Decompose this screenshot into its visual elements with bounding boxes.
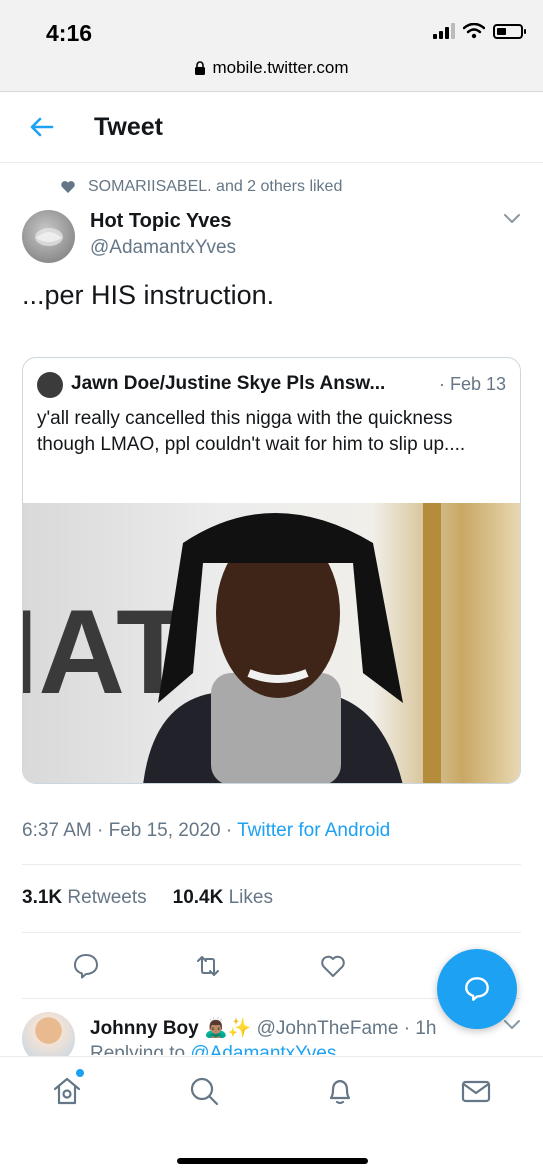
retweets-count: 3.1K	[22, 887, 63, 908]
photo-image: IAT	[23, 503, 441, 783]
author-handle[interactable]: @AdamantxYves	[90, 237, 236, 259]
reply-author-emoji: 🙇🏽‍♂️✨	[204, 1018, 252, 1039]
photo-sign-text: IAT	[23, 585, 189, 719]
replying-to: Replying to @AdamantxYves	[90, 1043, 336, 1055]
social-context-text: SOMARIISABEL. and 2 others liked	[88, 178, 343, 195]
page-header: Tweet	[0, 93, 543, 163]
heart-icon	[61, 181, 75, 193]
reply-author-name: Johnny Boy	[90, 1018, 199, 1039]
compose-reply-button[interactable]	[437, 949, 517, 1029]
divider	[22, 932, 521, 933]
reply-author-handle: @JohnTheFame	[256, 1018, 399, 1039]
author-avatar[interactable]	[22, 210, 75, 263]
search-icon[interactable]	[188, 1075, 220, 1107]
back-arrow-icon[interactable]	[28, 113, 56, 141]
bell-icon[interactable]	[324, 1075, 356, 1107]
status-bar: 4:16 mobile.twitter.com	[0, 0, 543, 92]
avatar-image	[35, 228, 63, 246]
quoted-date: · Feb 13	[438, 374, 506, 394]
status-clock: 4:16	[46, 20, 93, 46]
tweet-source-link[interactable]: Twitter for Android	[237, 820, 390, 841]
tweet-text: ...per HIS instruction.	[22, 280, 275, 310]
lock-icon	[195, 60, 206, 75]
chevron-down-icon[interactable]	[503, 212, 521, 226]
divider	[22, 864, 521, 865]
reply-chevron-down-icon[interactable]	[503, 1018, 521, 1032]
quoted-text: y'all really cancelled this nigga with t…	[37, 408, 466, 455]
bottom-nav	[0, 1056, 543, 1172]
social-context[interactable]: SOMARIISABEL. and 2 others liked	[60, 178, 342, 196]
tweet-stats: 3.1K Retweets 10.4K Likes	[22, 887, 273, 909]
quoted-author-name: Jawn Doe/Justine Skye Pls Answ...	[71, 373, 386, 394]
likes-label: Likes	[228, 887, 273, 908]
page-title: Tweet	[94, 113, 163, 141]
home-notification-dot	[76, 1069, 84, 1077]
retweets-stat[interactable]: 3.1K Retweets	[22, 887, 147, 909]
replying-to-handle[interactable]: @AdamantxYves	[190, 1043, 336, 1055]
author-name[interactable]: Hot Topic Yves	[90, 210, 232, 233]
home-icon[interactable]	[51, 1075, 83, 1107]
address-bar[interactable]: mobile.twitter.com	[0, 58, 543, 78]
mail-icon[interactable]	[460, 1075, 492, 1107]
reply-icon[interactable]	[72, 952, 100, 980]
url-text: mobile.twitter.com	[212, 58, 349, 77]
quoted-author-avatar	[37, 372, 63, 398]
reply-header[interactable]: Johnny Boy 🙇🏽‍♂️✨ @JohnTheFame · 1h	[90, 1016, 436, 1040]
likes-stat[interactable]: 10.4K Likes	[173, 887, 273, 909]
retweets-label: Retweets	[67, 887, 147, 908]
wifi-icon	[463, 23, 485, 39]
replying-to-prefix: Replying to	[90, 1043, 191, 1055]
reply-time: · 1h	[403, 1018, 437, 1039]
compose-icon	[465, 977, 489, 1001]
quoted-photo[interactable]: IAT	[23, 503, 520, 783]
likes-count: 10.4K	[172, 887, 224, 908]
home-indicator[interactable]	[177, 1158, 368, 1164]
system-icons	[433, 23, 526, 39]
timestamp-text: 6:37 AM · Feb 15, 2020 ·	[22, 820, 238, 841]
quoted-tweet[interactable]: Jawn Doe/Justine Skye Pls Answ... · Feb …	[22, 357, 521, 784]
signal-icon	[433, 23, 455, 39]
retweet-icon[interactable]	[194, 952, 222, 980]
tweet-timestamp: 6:37 AM · Feb 15, 2020 · Twitter for And…	[22, 820, 390, 842]
battery-icon	[493, 23, 526, 39]
like-icon[interactable]	[319, 952, 347, 980]
